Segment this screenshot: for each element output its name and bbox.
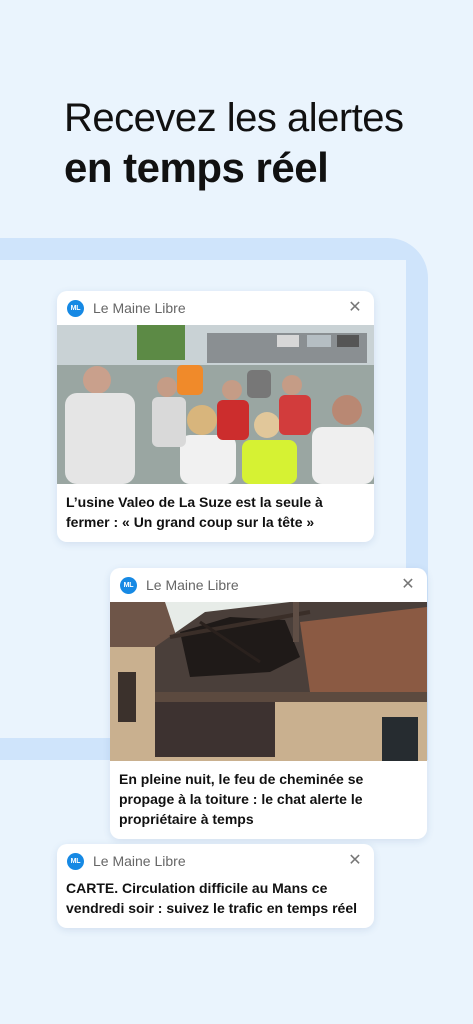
notification-source: Le Maine Libre <box>93 300 186 316</box>
crowd-of-workers-photo <box>57 325 374 484</box>
close-icon[interactable]: ✕ <box>346 852 364 870</box>
headline-line-1: Recevez les alertes <box>64 96 404 140</box>
headline: Recevez les alertes en temps réel <box>64 94 464 194</box>
notification-card-traffic[interactable]: ML Le Maine Libre ✕ CARTE. Circulation d… <box>57 844 374 928</box>
notification-card-fire[interactable]: ML Le Maine Libre ✕ En pleine nuit, le f… <box>110 568 427 839</box>
notification-title: En pleine nuit, le feu de cheminée se pr… <box>119 771 364 827</box>
notification-title: L’usine Valeo de La Suze est la seule à … <box>66 494 323 530</box>
burnt-roof-photo <box>110 602 427 761</box>
le-maine-libre-logo: ML <box>67 852 84 870</box>
notification-header: ML Le Maine Libre ✕ <box>57 844 374 878</box>
headline-line-2: en temps réel <box>64 144 329 191</box>
close-icon[interactable]: ✕ <box>346 299 364 317</box>
notification-title: CARTE. Circulation difficile au Mans ce … <box>66 880 357 916</box>
le-maine-libre-logo: ML <box>67 299 84 317</box>
notification-source: Le Maine Libre <box>146 577 239 593</box>
notification-card-valeo[interactable]: ML Le Maine Libre ✕ L’usine Valeo de La … <box>57 291 374 542</box>
close-icon[interactable]: ✕ <box>399 576 417 594</box>
notification-header: ML Le Maine Libre ✕ <box>110 568 427 602</box>
le-maine-libre-logo: ML <box>120 576 137 594</box>
notification-header: ML Le Maine Libre ✕ <box>57 291 374 325</box>
notification-source: Le Maine Libre <box>93 853 186 869</box>
